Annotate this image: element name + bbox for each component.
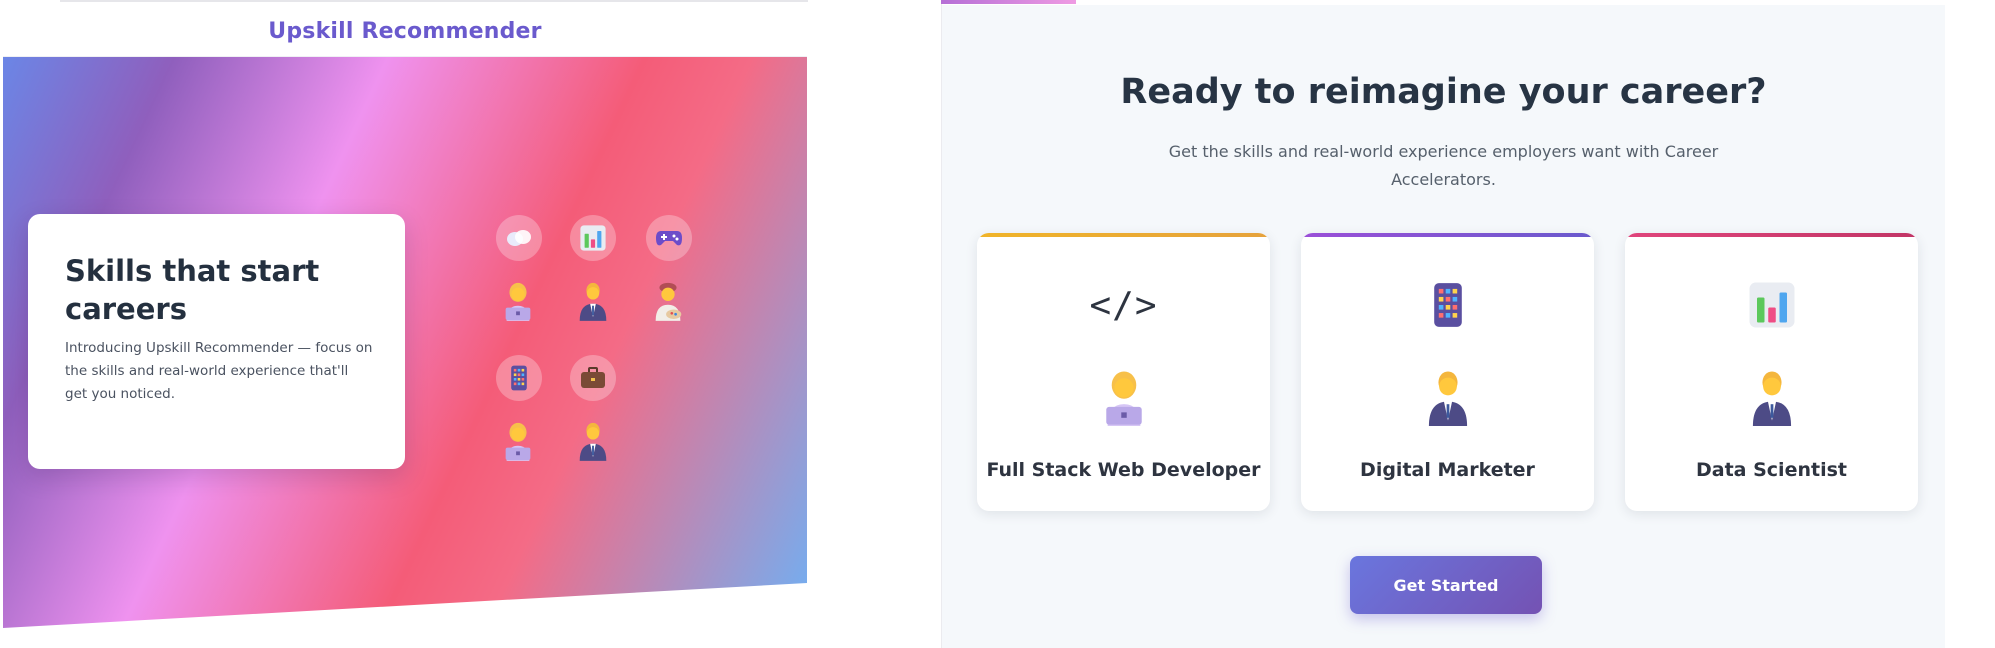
career-section: Ready to reimagine your career? Get the …	[942, 5, 1945, 648]
technologist-icon	[1093, 366, 1155, 426]
hero-card: Skills that start careers Introducing Up…	[28, 214, 405, 469]
office-worker-icon	[1741, 366, 1803, 426]
calculator-icon	[1301, 277, 1594, 333]
bubbles-icon	[496, 215, 542, 261]
app-title: Upskill Recommender	[268, 18, 542, 44]
office-worker-icon	[574, 279, 612, 321]
hero-banner: Skills that start careers Introducing Up…	[3, 57, 807, 628]
card-title: Full Stack Web Developer	[986, 459, 1261, 481]
technologist-icon	[499, 419, 537, 461]
career-card-full-stack[interactable]: </> Full Stack Web Developer	[977, 233, 1270, 511]
top-accent-bar	[941, 0, 1076, 4]
app-header: Upskill Recommender	[3, 6, 807, 57]
section-title: Ready to reimagine your career?	[1120, 72, 1767, 112]
code-icon: </>	[1089, 284, 1158, 326]
office-worker-icon	[1417, 366, 1479, 426]
career-card-data-scientist[interactable]: Data Scientist	[1625, 233, 1918, 511]
card-accent-bar	[977, 233, 1270, 237]
card-title: Data Scientist	[1696, 459, 1847, 481]
section-subtitle: Get the skills and real-world experience…	[1168, 142, 1719, 189]
calculator-icon	[496, 355, 542, 401]
right-browser-window: Ready to reimagine your career? Get the …	[941, 0, 1995, 648]
briefcase-icon	[570, 355, 616, 401]
office-worker-icon	[574, 419, 612, 461]
bar-chart-icon	[1625, 277, 1918, 333]
bar-chart-icon	[570, 215, 616, 261]
hero-description: Introducing Upskill Recommender — focus …	[65, 340, 373, 402]
left-browser-window: Upskill Recommender Skills that start ca…	[0, 0, 808, 648]
artist-icon	[649, 279, 687, 321]
window-top-edge	[60, 0, 808, 2]
card-title: Digital Marketer	[1360, 459, 1535, 481]
card-accent-bar	[1625, 233, 1918, 237]
gamepad-icon	[646, 215, 692, 261]
technologist-icon	[499, 279, 537, 321]
hero-heading: Skills that start careers	[65, 254, 320, 326]
card-accent-bar	[1301, 233, 1594, 237]
get-started-button[interactable]: Get Started	[1350, 556, 1542, 614]
career-card-digital-marketer[interactable]: Digital Marketer	[1301, 233, 1594, 511]
